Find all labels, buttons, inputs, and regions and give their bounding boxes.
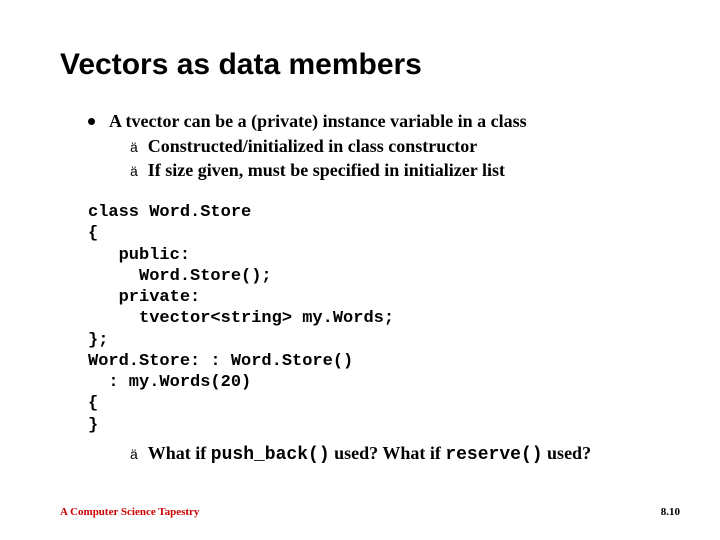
arrow-icon: ä xyxy=(130,163,138,179)
q-mid: used? What if xyxy=(330,443,446,463)
slide-title: Vectors as data members xyxy=(60,48,660,82)
q-suffix: used? xyxy=(543,443,592,463)
sub-bullet-text: If size given, must be specified in init… xyxy=(148,159,505,182)
arrow-icon: ä xyxy=(130,139,138,155)
sub-bullet-item: ä Constructed/initialized in class const… xyxy=(130,135,660,158)
bullet-item: A tvector can be a (private) instance va… xyxy=(88,110,660,133)
slide: Vectors as data members A tvector can be… xyxy=(0,0,720,467)
question-text: What if push_back() used? What if reserv… xyxy=(148,442,591,467)
bullet-text: A tvector can be a (private) instance va… xyxy=(109,110,527,133)
q-prefix: What if xyxy=(148,443,211,463)
footer-left: A Computer Science Tapestry xyxy=(60,506,199,518)
bullet-dot-icon xyxy=(88,118,95,125)
code-block: class Word.Store { public: Word.Store();… xyxy=(88,202,660,436)
question-bullet: ä What if push_back() used? What if rese… xyxy=(130,442,660,467)
q-code2: reserve() xyxy=(445,445,542,465)
footer-page-number: 8.10 xyxy=(661,506,680,518)
q-code1: push_back() xyxy=(211,445,330,465)
sub-bullet-text: Constructed/initialized in class constru… xyxy=(148,135,477,158)
footer: A Computer Science Tapestry 8.10 xyxy=(60,506,680,518)
arrow-icon: ä xyxy=(130,446,138,462)
sub-bullet-item: ä If size given, must be specified in in… xyxy=(130,159,660,182)
